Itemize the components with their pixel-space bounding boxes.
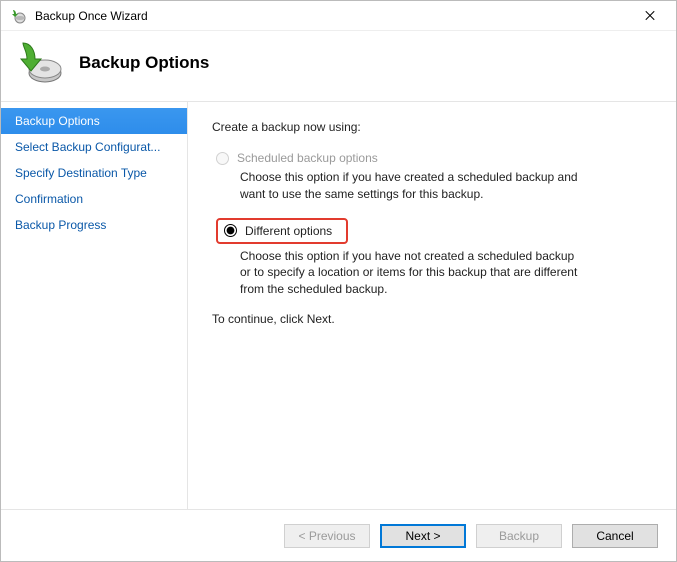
step-select-backup-config[interactable]: Select Backup Configurat... xyxy=(1,134,187,160)
close-icon xyxy=(644,10,656,22)
previous-button: < Previous xyxy=(284,524,370,548)
option-different-row[interactable]: Different options xyxy=(212,215,648,246)
step-confirmation[interactable]: Confirmation xyxy=(1,186,187,212)
radio-different[interactable] xyxy=(224,224,237,237)
prompt-text: Create a backup now using: xyxy=(212,120,648,134)
highlight-box: Different options xyxy=(216,218,348,244)
wizard-header: Backup Options xyxy=(1,31,676,101)
backup-button: Backup xyxy=(476,524,562,548)
step-backup-options[interactable]: Backup Options xyxy=(1,108,187,134)
next-button[interactable]: Next > xyxy=(380,524,466,548)
step-specify-destination[interactable]: Specify Destination Type xyxy=(1,160,187,186)
app-icon xyxy=(11,8,27,24)
radio-scheduled xyxy=(216,152,229,165)
content-pane: Create a backup now using: Scheduled bac… xyxy=(188,102,676,509)
steps-sidebar: Backup Options Select Backup Configurat.… xyxy=(1,102,188,509)
step-backup-progress[interactable]: Backup Progress xyxy=(1,212,187,238)
close-button[interactable] xyxy=(630,2,670,30)
continue-hint: To continue, click Next. xyxy=(212,312,648,326)
option-different-desc: Choose this option if you have not creat… xyxy=(240,248,580,298)
wizard-body: Backup Options Select Backup Configurat.… xyxy=(1,101,676,509)
cancel-button[interactable]: Cancel xyxy=(572,524,658,548)
wizard-window: Backup Once Wizard Backup Options Backup… xyxy=(0,0,677,562)
radio-scheduled-label: Scheduled backup options xyxy=(237,151,378,165)
option-scheduled-desc: Choose this option if you have created a… xyxy=(240,169,580,203)
window-title: Backup Once Wizard xyxy=(35,9,630,23)
page-heading: Backup Options xyxy=(79,53,209,73)
wizard-footer: < Previous Next > Backup Cancel xyxy=(1,509,676,561)
backup-icon xyxy=(15,39,63,87)
radio-different-label[interactable]: Different options xyxy=(245,224,332,238)
titlebar: Backup Once Wizard xyxy=(1,1,676,31)
option-scheduled-row: Scheduled backup options xyxy=(212,148,648,167)
